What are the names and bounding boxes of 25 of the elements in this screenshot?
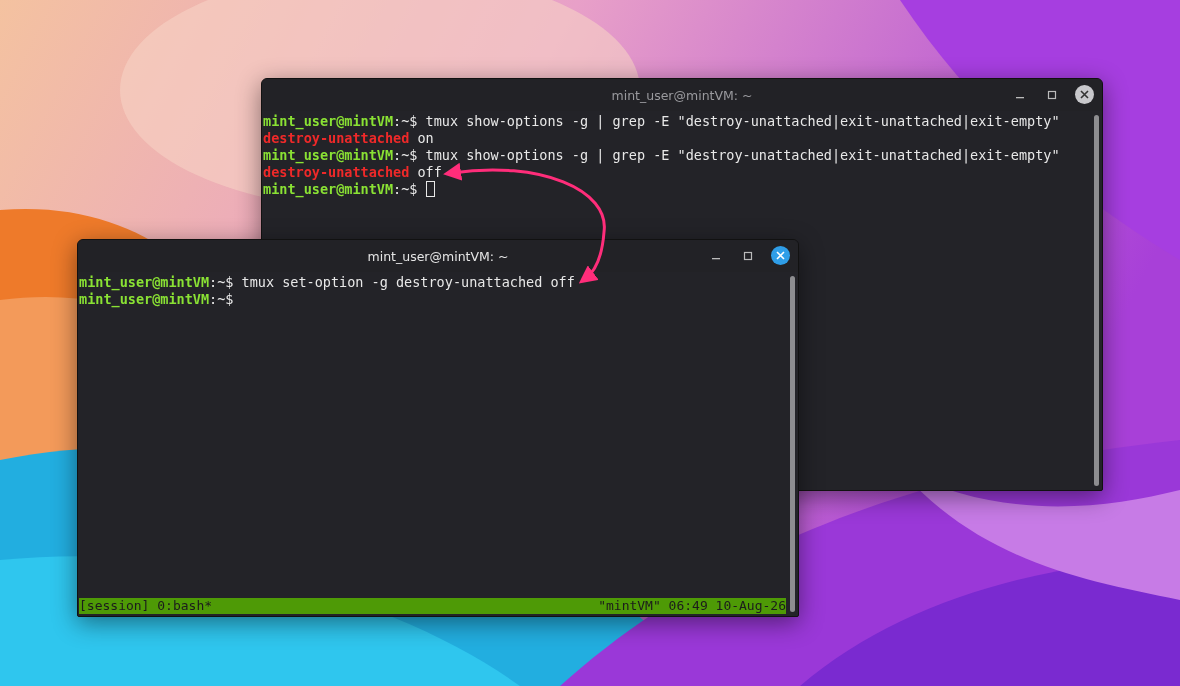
cursor	[425, 181, 435, 197]
prompt-text: mint_user@mintVM	[79, 291, 210, 308]
scrollbar[interactable]	[1093, 115, 1099, 486]
prompt-text: mint_user@mintVM	[263, 181, 394, 198]
terminal-text: :~$	[209, 291, 234, 308]
window-title: mint_user@mintVM: ~	[367, 248, 509, 264]
status-left: [session] 0:bash*	[79, 598, 213, 614]
close-button[interactable]	[1075, 85, 1094, 104]
terminal-text: :~$ tmux show-options -g | grep -E "destroy-unattached|exit-unattached|exit-empty"	[393, 113, 1060, 130]
prompt-text: mint_user@mintVM	[263, 113, 394, 130]
prompt-text: mint_user@mintVM	[263, 147, 394, 164]
close-button[interactable]	[771, 246, 790, 265]
window-title: mint_user@mintVM: ~	[611, 87, 753, 103]
prompt-text: mint_user@mintVM	[79, 274, 210, 291]
option-name: destroy-unattached	[263, 164, 410, 181]
terminal-text: :~$ tmux show-options -g | grep -E "destroy-unattached|exit-unattached|exit-empty"	[393, 147, 1060, 164]
terminal-text: :~$ tmux set-option -g destroy-unattached off	[209, 274, 575, 291]
terminal-text: :~$	[393, 181, 419, 198]
terminal-text: on	[416, 130, 434, 147]
scrollbar[interactable]	[789, 276, 795, 612]
close-icon	[776, 251, 785, 260]
close-icon	[1080, 90, 1089, 99]
status-right: "mintVM" 06:49 10-Aug-26	[598, 598, 786, 614]
option-name: destroy-unattached	[263, 130, 410, 147]
terminal-text: off	[416, 164, 442, 181]
